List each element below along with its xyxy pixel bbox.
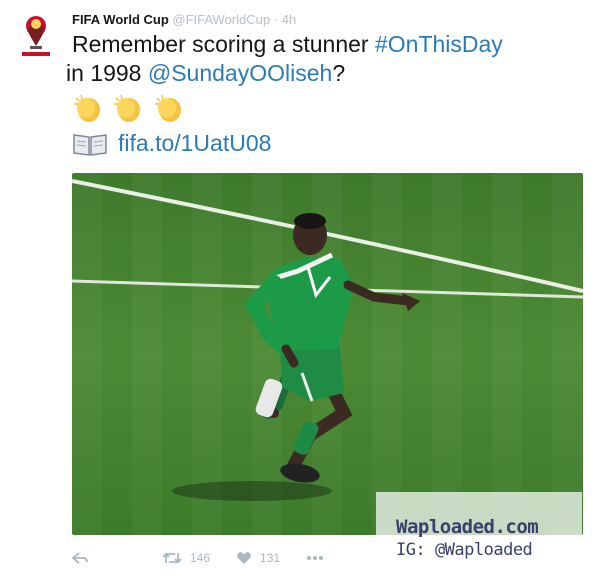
tweet-text: Remember scoring a stunner #OnThisDay in… (66, 30, 592, 88)
fifa-world-cup-logo-icon (22, 16, 50, 56)
tweet-text-part: ? (332, 60, 346, 86)
retweet-count: 146 (190, 551, 211, 565)
tweet-actions: 146 131 (72, 548, 358, 568)
watermark-instagram: IG: @Waploaded (396, 540, 533, 560)
tweet-time[interactable]: 4h (282, 12, 296, 27)
tweet-text-part: Remember scoring a stunner (72, 31, 375, 57)
shortened-link[interactable]: fifa.to/1UatU08 (118, 130, 271, 157)
football-player-photo (72, 173, 583, 535)
clapping-hands-icon (114, 94, 141, 122)
avatar[interactable] (14, 12, 58, 60)
clapping-hands-icon (74, 94, 100, 122)
retweet-button[interactable]: 146 (162, 551, 210, 565)
hashtag-link[interactable]: #OnThisDay (375, 31, 503, 57)
like-button[interactable]: 131 (236, 551, 280, 565)
tweet-text-part: in 1998 (66, 60, 148, 86)
ellipsis-icon (307, 556, 324, 560)
emoji-row (72, 92, 189, 126)
like-count: 131 (260, 551, 281, 565)
retweet-icon (162, 552, 182, 564)
reply-icon (72, 552, 88, 564)
author-name[interactable]: FIFA World Cup (72, 12, 169, 27)
tweet-photo[interactable] (72, 173, 583, 535)
open-book-icon (73, 133, 107, 156)
author-handle[interactable]: @FIFAWorldCup (172, 12, 270, 27)
reply-button[interactable] (72, 551, 96, 565)
clapping-hands-icon (154, 94, 181, 122)
watermark-site: Waploaded.com (396, 516, 539, 538)
tweet-header: FIFA World Cup @FIFAWorldCup · 4h (72, 12, 296, 27)
more-options-button[interactable] (306, 555, 332, 561)
heart-icon (237, 552, 251, 564)
tweet-link-row: fifa.to/1UatU08 (72, 130, 271, 157)
mention-link[interactable]: @SundayOOliseh (148, 60, 332, 86)
header-separator: · (273, 12, 279, 27)
